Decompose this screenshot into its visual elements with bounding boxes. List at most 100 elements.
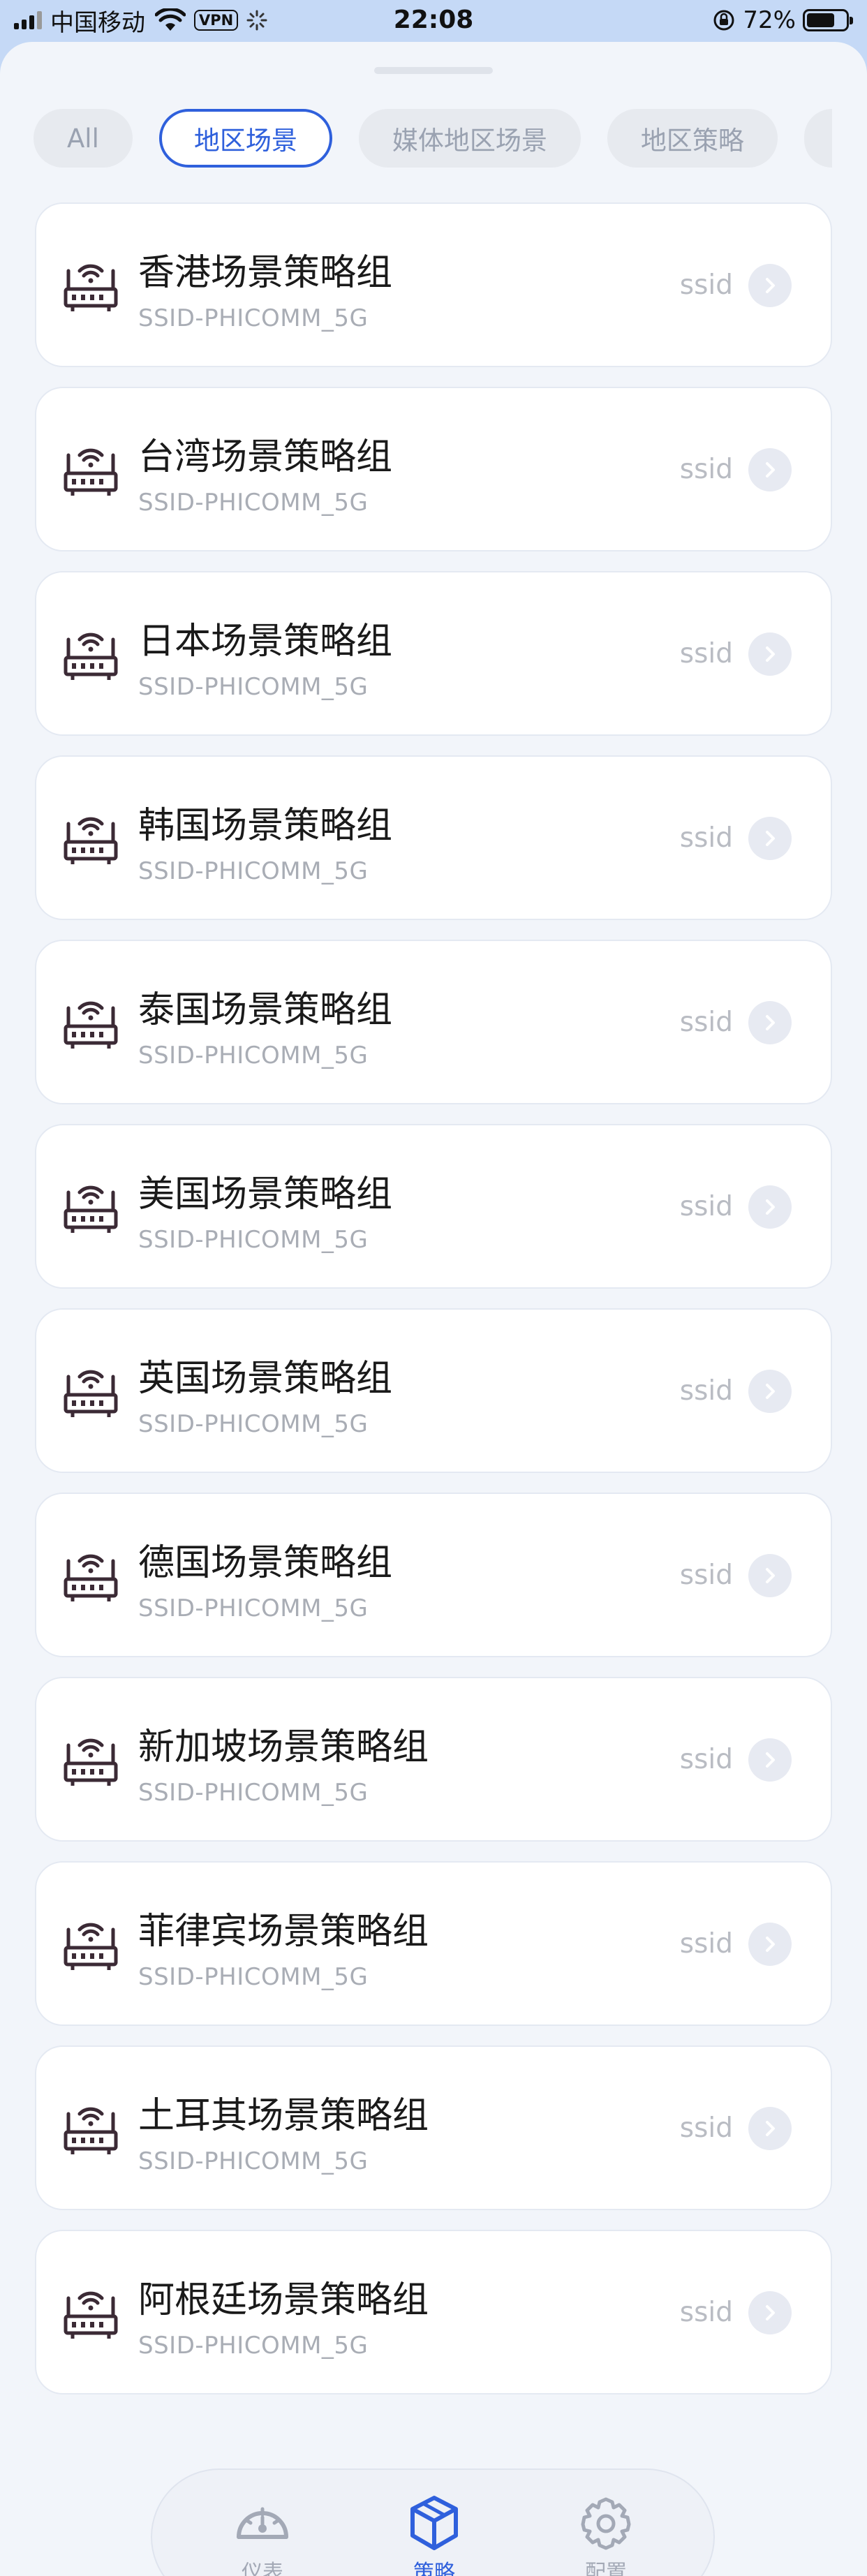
chevron-right-button[interactable] — [748, 1554, 792, 1597]
router-icon — [64, 1923, 118, 1970]
card-title: 韩国场景策略组 — [138, 805, 393, 847]
card-type-tag: ssid — [679, 1928, 733, 1960]
card-ssid: SSID-PHICOMM_5G — [138, 2332, 369, 2360]
battery-percent: 72% — [743, 6, 796, 34]
nav-config-label: 配置 — [585, 2561, 627, 2576]
nav-config[interactable]: 配置 — [557, 2495, 655, 2576]
card-ssid: SSID-PHICOMM_5G — [138, 1594, 369, 1622]
strategy-group-card[interactable]: 泰国场景策略组 SSID-PHICOMM_5G ssid — [35, 940, 832, 1104]
card-type-tag: ssid — [679, 1560, 733, 1591]
chevron-right-icon — [766, 1015, 775, 1030]
status-right: 72% — [712, 4, 853, 36]
chevron-right-button[interactable] — [748, 1370, 792, 1413]
card-type-tag: ssid — [679, 2112, 733, 2144]
strategy-group-card[interactable]: 德国场景策略组 SSID-PHICOMM_5G ssid — [35, 1493, 832, 1657]
router-icon — [64, 1554, 118, 1601]
chevron-right-button[interactable] — [748, 632, 792, 676]
strategy-list: 香港场景策略组 SSID-PHICOMM_5G ssid 台湾场景策略组 SSI… — [35, 202, 832, 2414]
tab-region-strategy[interactable]: 地区策略 — [607, 109, 778, 168]
card-ssid: SSID-PHICOMM_5G — [138, 489, 369, 517]
card-title: 日本场景策略组 — [138, 621, 393, 662]
card-type-tag: ssid — [679, 638, 733, 669]
card-ssid: SSID-PHICOMM_5G — [138, 673, 369, 701]
chevron-right-icon — [766, 1384, 775, 1399]
card-title: 菲律宾场景策略组 — [138, 1911, 429, 1953]
strategy-group-card[interactable]: 土耳其场景策略组 SSID-PHICOMM_5G ssid — [35, 2045, 832, 2210]
strategy-group-card[interactable]: 菲律宾场景策略组 SSID-PHICOMM_5G ssid — [35, 1861, 832, 2026]
card-ssid: SSID-PHICOMM_5G — [138, 857, 369, 885]
chevron-right-icon — [766, 646, 775, 662]
card-title: 美国场景策略组 — [138, 1174, 393, 1215]
strategy-group-card[interactable]: 新加坡场景策略组 SSID-PHICOMM_5G ssid — [35, 1677, 832, 1842]
nav-strategy[interactable]: 策略 — [385, 2495, 483, 2576]
card-title: 英国场景策略组 — [138, 1358, 393, 1400]
chevron-right-button[interactable] — [748, 2291, 792, 2334]
nav-dashboard[interactable]: 仪表 — [214, 2495, 311, 2576]
card-title: 土耳其场景策略组 — [138, 2095, 429, 2137]
card-type-tag: ssid — [679, 2297, 733, 2328]
chevron-right-icon — [766, 1199, 775, 1215]
card-type-tag: ssid — [679, 454, 733, 485]
card-ssid: SSID-PHICOMM_5G — [138, 2147, 369, 2175]
chevron-right-icon — [766, 2305, 775, 2320]
card-ssid: SSID-PHICOMM_5G — [138, 1410, 369, 1438]
router-icon — [64, 264, 118, 311]
chevron-right-icon — [766, 831, 775, 846]
chevron-right-icon — [766, 1752, 775, 1768]
router-icon — [64, 1185, 118, 1233]
chevron-right-button[interactable] — [748, 264, 792, 307]
strategy-group-card[interactable]: 香港场景策略组 SSID-PHICOMM_5G ssid — [35, 202, 832, 367]
router-icon — [64, 1370, 118, 1417]
chevron-right-button[interactable] — [748, 448, 792, 491]
card-type-tag: ssid — [679, 1007, 733, 1038]
card-ssid: SSID-PHICOMM_5G — [138, 1042, 369, 1069]
chevron-right-button[interactable] — [748, 1923, 792, 1966]
router-icon — [64, 632, 118, 680]
battery-icon — [803, 9, 853, 31]
chevron-right-button[interactable] — [748, 1001, 792, 1044]
router-icon — [64, 817, 118, 864]
router-icon — [64, 2107, 118, 2154]
strategy-group-card[interactable]: 阿根廷场景策略组 SSID-PHICOMM_5G ssid — [35, 2230, 832, 2394]
chevron-right-icon — [766, 1568, 775, 1583]
router-icon — [64, 2291, 118, 2339]
card-ssid: SSID-PHICOMM_5G — [138, 1779, 369, 1807]
nav-strategy-label: 策略 — [413, 2561, 455, 2576]
strategy-cube-icon — [410, 2496, 458, 2550]
card-ssid: SSID-PHICOMM_5G — [138, 1226, 369, 1254]
strategy-group-card[interactable]: 日本场景策略组 SSID-PHICOMM_5G ssid — [35, 571, 832, 736]
strategy-sheet: All 地区场景 媒体地区场景 地区策略 香港场景策略组 SSID-PHICOM… — [0, 42, 867, 2576]
card-title: 阿根廷场景策略组 — [138, 2279, 429, 2321]
tab-media-region-scene[interactable]: 媒体地区场景 — [358, 109, 581, 168]
chevron-right-icon — [766, 278, 775, 293]
chevron-right-button[interactable] — [748, 1185, 792, 1229]
filter-tabs: All 地区场景 媒体地区场景 地区策略 — [34, 109, 832, 169]
orientation-lock-icon — [713, 10, 734, 31]
card-title: 泰国场景策略组 — [138, 989, 393, 1031]
chevron-right-button[interactable] — [748, 1738, 792, 1782]
card-type-tag: ssid — [679, 1375, 733, 1407]
strategy-group-card[interactable]: 韩国场景策略组 SSID-PHICOMM_5G ssid — [35, 755, 832, 920]
chevron-right-button[interactable] — [748, 2107, 792, 2150]
strategy-group-card[interactable]: 台湾场景策略组 SSID-PHICOMM_5G ssid — [35, 387, 832, 552]
card-type-tag: ssid — [679, 269, 733, 301]
settings-gear-icon — [581, 2497, 631, 2550]
card-type-tag: ssid — [679, 1191, 733, 1222]
card-ssid: SSID-PHICOMM_5G — [138, 1963, 369, 1991]
dashboard-gauge-icon — [237, 2507, 288, 2539]
tab-overflow[interactable] — [803, 109, 832, 168]
strategy-group-card[interactable]: 英国场景策略组 SSID-PHICOMM_5G ssid — [35, 1308, 832, 1473]
router-icon — [64, 1738, 118, 1786]
tab-all[interactable]: All — [34, 109, 133, 168]
card-title: 香港场景策略组 — [138, 252, 393, 294]
router-icon — [64, 1001, 118, 1049]
card-title: 德国场景策略组 — [138, 1542, 393, 1584]
sheet-grabber[interactable] — [374, 67, 493, 74]
tab-region-scene[interactable]: 地区场景 — [158, 109, 332, 168]
card-type-tag: ssid — [679, 1744, 733, 1775]
status-bar: 中国移动 VPN 22:08 72% — [0, 0, 867, 40]
strategy-group-card[interactable]: 美国场景策略组 SSID-PHICOMM_5G ssid — [35, 1124, 832, 1289]
nav-dashboard-label: 仪表 — [242, 2561, 283, 2576]
chevron-right-button[interactable] — [748, 817, 792, 860]
router-icon — [64, 448, 118, 496]
